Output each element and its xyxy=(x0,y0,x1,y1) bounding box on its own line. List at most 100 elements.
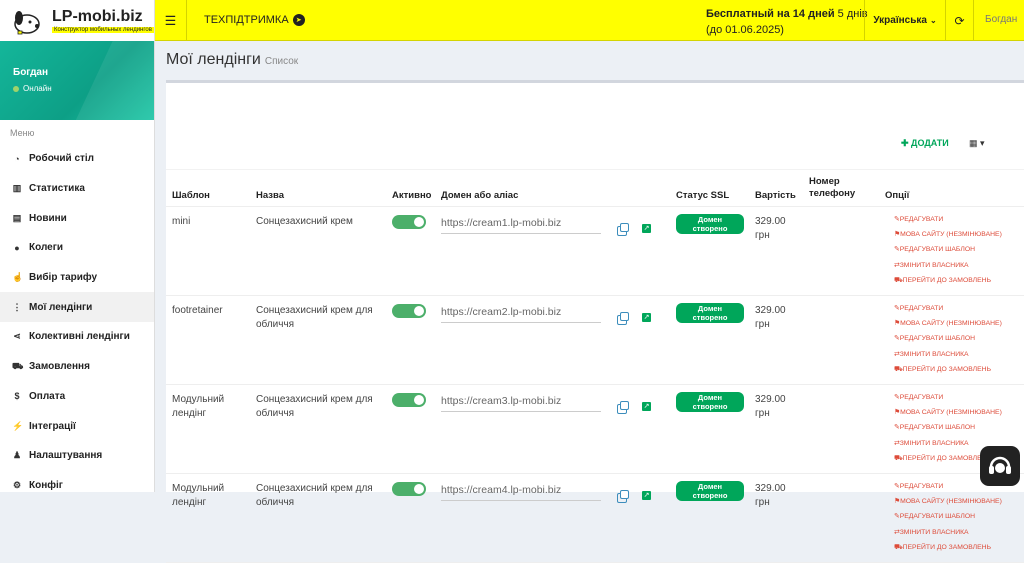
active-toggle[interactable] xyxy=(392,304,426,318)
change-owner-link[interactable]: ⇄ЗМІНИТИ ВЛАСНИКА xyxy=(894,258,1002,273)
support-chat-button[interactable] xyxy=(980,446,1020,486)
main-content: Мої лендінги Список ✚ ДОДАТИ ▦ ▾ Шаблон Н… xyxy=(155,41,1024,563)
go-to-orders-link[interactable]: ⛟ПЕРЕЙТИ ДО ЗАМОВЛЕНЬ xyxy=(894,362,1002,377)
chevron-down-icon: ⌄ xyxy=(929,16,937,25)
edit-link[interactable]: ✎РЕДАГУВАТИ xyxy=(894,301,1002,316)
copy-icon[interactable] xyxy=(617,490,629,503)
change-owner-label: ЗМІНИТИ ВЛАСНИКА xyxy=(899,528,969,536)
go-to-orders-link[interactable]: ⛟ПЕРЕЙТИ ДО ЗАМОВЛЕНЬ xyxy=(894,540,1002,555)
edit-link-label: РЕДАГУВАТИ xyxy=(899,394,944,401)
cell-price: 329.00 грн xyxy=(755,215,786,243)
edit-template-link[interactable]: ✎РЕДАГУВАТИ ШАБЛОН xyxy=(894,242,1002,257)
cell-template: mini xyxy=(172,215,190,229)
sidebar-item-integrations[interactable]: ⚡ Інтеграції xyxy=(0,411,154,441)
site-language-link[interactable]: ⚑МОВА САЙТУ (НЕЗМІНЮВАНЕ) xyxy=(894,316,1002,331)
cell-price: 329.00 грн xyxy=(755,393,786,421)
support-link[interactable]: ТЕХПІДТРИМКА ➤ xyxy=(204,14,305,26)
edit-link[interactable]: ✎РЕДАГУВАТИ xyxy=(894,390,1002,405)
site-language-link[interactable]: ⚑МОВА САЙТУ (НЕЗМІНЮВАНЕ) xyxy=(894,405,1002,420)
bar-chart-icon: ▥ xyxy=(12,183,22,194)
sidebar-item-orders[interactable]: ⛟ Замовлення xyxy=(0,352,154,382)
cell-template-line1: footretainer xyxy=(172,305,223,316)
sidebar-item-collective-landings[interactable]: ⋖ Колективні лендінги xyxy=(0,322,154,352)
sidebar-item-dashboard[interactable]: ◔ Робочий стіл xyxy=(0,144,154,174)
site-language-link[interactable]: ⚑МОВА САЙТУ (НЕЗМІНЮВАНЕ) xyxy=(894,227,1002,242)
trial-until: (до 01.06.2025) xyxy=(706,24,784,36)
sidebar-item-news[interactable]: ▤ Новини xyxy=(0,203,154,233)
online-dot-icon xyxy=(13,85,19,92)
ssl-status-badge: Домен створено xyxy=(676,214,744,234)
newspaper-icon: ▤ xyxy=(12,212,22,223)
ssl-status-line2: створено xyxy=(692,313,728,322)
table-row: footretainer Сонцезахисний крем для обличч… xyxy=(166,296,1024,385)
go-to-orders-link[interactable]: ⛟ПЕРЕЙТИ ДО ЗАМОВЛЕНЬ xyxy=(894,273,1002,288)
columns-toggle[interactable]: ▦ ▾ xyxy=(969,138,985,149)
copy-icon[interactable] xyxy=(617,312,629,325)
edit-template-link[interactable]: ✎РЕДАГУВАТИ ШАБЛОН xyxy=(894,420,1002,435)
open-external-icon[interactable]: ↗ xyxy=(642,313,651,322)
cell-price-amount: 329.00 xyxy=(755,305,786,316)
table-header: Шаблон Назва Активно Домен або аліас Ста… xyxy=(166,169,1024,207)
sidebar-item-tariff[interactable]: ☝ Вибір тарифу xyxy=(0,263,154,293)
share-icon: ⋖ xyxy=(13,331,21,342)
col-active: Активно xyxy=(392,190,432,201)
cell-template-line2: лендінг xyxy=(172,408,207,419)
active-toggle[interactable] xyxy=(392,215,426,229)
hamburger-menu-icon[interactable]: ☰ xyxy=(155,0,187,41)
sitemap-icon: ⋮ xyxy=(12,301,22,312)
sidebar-item-statistics[interactable]: ▥ Статистика xyxy=(0,174,154,204)
add-button[interactable]: ✚ ДОДАТИ xyxy=(901,138,949,149)
edit-link[interactable]: ✎РЕДАГУВАТИ xyxy=(894,212,1002,227)
copy-icon[interactable] xyxy=(617,223,629,236)
cell-name: Сонцезахисний крем для обличчя xyxy=(256,304,373,332)
support-label: ТЕХПІДТРИМКА xyxy=(204,14,289,26)
ssl-status-line1: Домен xyxy=(697,304,723,313)
cell-price-amount: 329.00 xyxy=(755,483,786,494)
dollar-icon: $ xyxy=(14,391,20,402)
edit-template-link[interactable]: ✎РЕДАГУВАТИ ШАБЛОН xyxy=(894,509,1002,524)
edit-link-label: РЕДАГУВАТИ xyxy=(899,216,944,223)
header-user-name[interactable]: Богдан xyxy=(985,14,1017,25)
edit-template-link[interactable]: ✎РЕДАГУВАТИ ШАБЛОН xyxy=(894,331,1002,346)
user-status-label: Онлайн xyxy=(23,84,52,93)
sidebar-item-config[interactable]: ⚙ Конфіг xyxy=(0,471,154,501)
sidebar-item-label: Колеги xyxy=(29,242,64,254)
plug-icon: ⚡ xyxy=(12,420,24,431)
page-title-text: Мої лендінги xyxy=(166,51,261,68)
change-owner-link[interactable]: ⇄ЗМІНИТИ ВЛАСНИКА xyxy=(894,525,1002,540)
change-owner-link[interactable]: ⇄ЗМІНИТИ ВЛАСНИКА xyxy=(894,347,1002,362)
user-icon: ♟ xyxy=(12,450,22,461)
domain-field[interactable]: https://cream1.lp-mobi.biz xyxy=(441,214,601,234)
sidebar-item-my-landings[interactable]: ⋮ Мої лендінги xyxy=(0,292,154,323)
dashboard-icon: ◔ xyxy=(14,153,20,164)
cart-icon: ⛟ xyxy=(894,543,903,551)
sidebar-item-payment[interactable]: $ Оплата xyxy=(0,382,154,412)
logo[interactable]: LP-mobi.biz Конструктор мобильных лендин… xyxy=(0,0,155,41)
active-toggle[interactable] xyxy=(392,482,426,496)
page-subtitle: Список xyxy=(264,56,299,67)
language-select[interactable]: Українська ⌄ xyxy=(864,0,946,41)
go-to-orders-label: ПЕРЕЙТИ ДО ЗАМОВЛЕНЬ xyxy=(902,543,992,551)
domain-field[interactable]: https://cream4.lp-mobi.biz xyxy=(441,481,601,501)
language-label: Українська xyxy=(873,15,927,26)
copy-icon[interactable] xyxy=(617,401,629,414)
sidebar-item-label: Оплата xyxy=(29,390,66,402)
sidebar-item-label: Статистика xyxy=(29,183,85,195)
site-language-link[interactable]: ⚑МОВА САЙТУ (НЕЗМІНЮВАНЕ) xyxy=(894,494,1002,509)
open-external-icon[interactable]: ↗ xyxy=(642,402,651,411)
domain-field[interactable]: https://cream3.lp-mobi.biz xyxy=(441,392,601,412)
refresh-icon[interactable]: ⟳ xyxy=(946,0,974,41)
cell-name-line2: обличчя xyxy=(256,497,295,508)
sidebar-item-colleagues[interactable]: ● Колеги xyxy=(0,233,154,263)
col-price: Вартість xyxy=(755,190,796,201)
table-row: Модульний лендінг Сонцезахисний крем для об… xyxy=(166,385,1024,474)
brand-tagline: Конструктор мобильных лендингов xyxy=(52,27,154,33)
site-language-label: МОВА САЙТУ (НЕЗМІНЮВАНЕ) xyxy=(900,320,1002,328)
sidebar-item-settings[interactable]: ♟ Налаштування xyxy=(0,441,154,471)
active-toggle[interactable] xyxy=(392,393,426,407)
cell-template: footretainer xyxy=(172,304,223,318)
open-external-icon[interactable]: ↗ xyxy=(642,224,651,233)
open-external-icon[interactable]: ↗ xyxy=(642,491,651,500)
cart-icon: ⛟ xyxy=(894,454,903,462)
domain-field[interactable]: https://cream2.lp-mobi.biz xyxy=(441,303,601,323)
